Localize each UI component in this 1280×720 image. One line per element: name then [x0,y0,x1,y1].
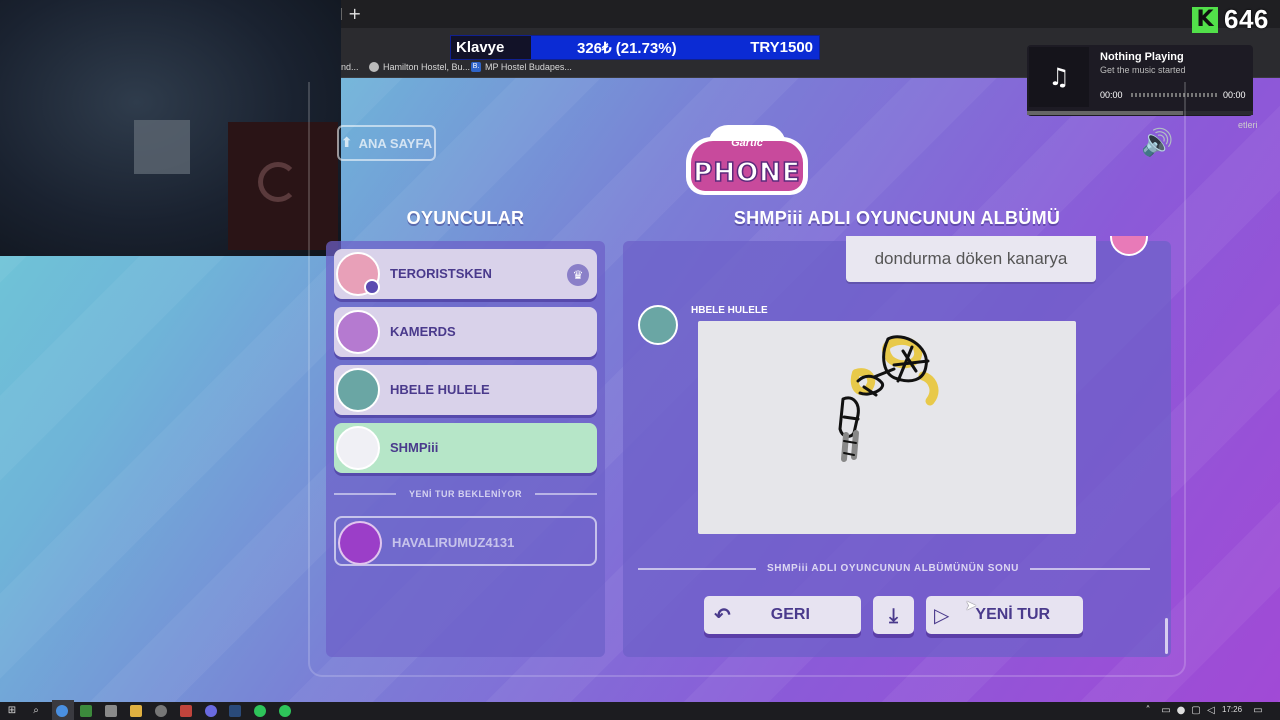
tray-icon[interactable]: ▭ [1160,705,1172,717]
app-icon[interactable] [105,705,117,717]
donation-goal-label: Klavye [451,36,531,59]
whatsapp-icon[interactable] [279,705,291,717]
search-icon[interactable]: ⌕ [30,705,42,717]
taskbar-clock[interactable]: 17:26 [1222,705,1242,714]
globe-icon [369,62,379,72]
webcam-overlay [0,0,341,256]
bookmark-overflow[interactable]: etleri [1238,120,1258,130]
download-button[interactable]: ⤓ [873,596,914,634]
donation-goal-target: TRY1500 [750,39,813,56]
undo-arrow-icon: ↶ [714,603,731,627]
player-name: SHMPiii [390,440,439,455]
app-icon[interactable] [80,705,92,717]
bookmark-mp-hostel[interactable]: B. MP Hostel Budapes... [471,62,572,72]
now-playing-progress-track [1183,111,1253,115]
steam-icon[interactable] [229,705,241,717]
donation-goal-value: 326₺ (21.73%) [577,39,677,57]
now-playing-subtitle: Get the music started [1100,65,1186,75]
player-row[interactable]: KAMERDS [334,307,597,357]
drawing-image [838,335,939,462]
new-round-button[interactable]: ▷ YENİ TUR [926,596,1083,634]
windows-start-icon[interactable]: ⊞ [6,705,18,717]
previous-text-bubble: dondurma döken kanarya [846,236,1096,282]
tray-chevron-icon[interactable]: ˄ [1142,705,1154,717]
viewer-counter: K 646 [1192,4,1269,35]
back-button[interactable]: ↶ GERI [704,596,861,634]
play-icon: ▷ [934,603,950,627]
gartic-phone-logo: Gartic PHONE [686,125,808,197]
player-row[interactable]: TERORISTSKEN ♛ [334,249,597,299]
viewer-count: 646 [1224,4,1269,34]
waiting-player-row[interactable]: HAVALIRUMUZ4131 [334,516,597,566]
host-user-icon [364,279,380,295]
volume-icon[interactable]: ◁ [1205,705,1217,717]
notifications-icon[interactable]: ▭ [1252,705,1264,717]
players-title: OYUNCULAR [406,208,525,228]
avatar [336,426,380,470]
player-row-active[interactable]: SHMPiii [334,423,597,473]
avatar [336,310,380,354]
bookmark-hamilton-hostel[interactable]: Hamilton Hostel, Bu... [369,62,470,72]
now-playing-title: Nothing Playing [1100,51,1184,63]
bookmark-item[interactable]: nd... [341,62,359,72]
logo-main-text: PHONE [693,157,801,189]
chrome-icon[interactable] [56,705,68,717]
time-total: 00:00 [1223,90,1246,100]
player-name: HBELE HULELE [390,382,490,397]
divider [638,568,756,570]
author-avatar [638,305,678,345]
players-panel: TERORISTSKEN ♛ KAMERDS HBELE HULELE SHMP… [326,241,605,657]
album-title: SHMPiii ADLI OYUNCUNUN ALBÜMÜ [733,208,1061,228]
home-arrow-icon: ⬆ [340,135,353,151]
player-name: TERORISTSKEN [390,266,492,281]
app-icon[interactable] [155,705,167,717]
wall-panel [134,120,190,174]
booking-icon: B. [471,62,481,72]
taskbar [0,702,1280,720]
discord-icon[interactable] [205,705,217,717]
donation-goal-bar: Klavye 326₺ (21.73%) TRY1500 [450,35,820,60]
speaker-icon[interactable]: 🔊 [1141,128,1173,158]
tab-separator [341,8,342,20]
home-button[interactable]: ⬆ ANA SAYFA [337,125,436,161]
microphone-icon[interactable]: ● [1175,705,1187,717]
logo-top-text: Gartic [731,137,763,149]
album-end-label: SHMPiii ADLI OYUNCUNUN ALBÜMÜNÜN SONU [766,563,1019,574]
download-icon: ⤓ [889,603,898,627]
divider [1030,568,1150,570]
player-name: KAMERDS [390,324,456,339]
player-row[interactable]: HBELE HULELE [334,365,597,415]
new-tab-button[interactable]: + [348,4,361,23]
spotify-icon[interactable] [254,705,266,717]
divider [535,493,597,495]
folder-icon[interactable] [130,705,142,717]
kick-logo-icon: K [1192,6,1218,33]
avatar [338,521,382,565]
author-name: HBELE HULELE [691,305,768,316]
mouse-cursor-icon: ➤ [965,598,977,614]
crown-icon: ♛ [567,264,589,286]
player-name: HAVALIRUMUZ4131 [392,535,515,550]
scrollbar[interactable] [1165,618,1168,654]
drawing-canvas [698,321,1076,534]
avatar [336,368,380,412]
network-icon[interactable]: ▢ [1190,705,1202,717]
app-icon[interactable] [180,705,192,717]
